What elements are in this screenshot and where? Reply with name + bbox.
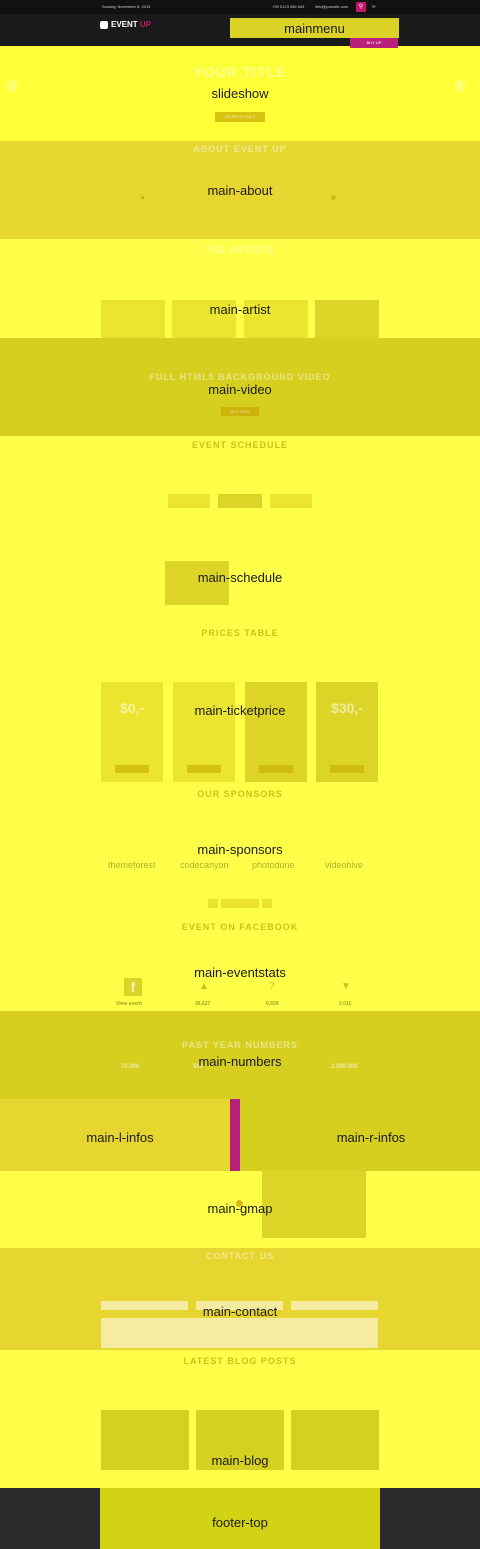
main-video-label-wrap: main-video: [0, 338, 480, 436]
main-gmap-label-wrap: main-gmap: [0, 1171, 480, 1248]
email-link[interactable]: info@yoursite.com: [315, 4, 348, 9]
logo-event: EVENT: [111, 20, 138, 29]
main-video-label: main-video: [208, 381, 272, 397]
main-eventstats-label: main-eventstats: [194, 964, 286, 980]
main-artist-label-wrap: main-artist: [0, 239, 480, 338]
video-slideshow-icon: ■: [141, 195, 145, 201]
main-l-infos-label: main-l-infos: [86, 1129, 154, 1145]
top-bar: Sunday, November 8, 2015 +39 0123 456 64…: [0, 0, 480, 14]
main-about-label: main-about: [207, 182, 273, 198]
main-contact-label: main-contact: [202, 1303, 278, 1319]
main-schedule-label-wrap: main-schedule: [0, 436, 480, 620]
main-blog-label-wrap: main-blog: [0, 1350, 480, 1488]
main-r-infos-label: main-r-infos: [336, 1129, 406, 1145]
main-menu[interactable]: mainmenu: [230, 18, 399, 38]
date-text: Sunday, November 8, 2015: [102, 4, 151, 9]
main-numbers-label-wrap: main-numbers: [0, 1011, 480, 1099]
buy-tab-button[interactable]: BUY UP: [350, 38, 398, 48]
footer-top-label: footer-top: [212, 1515, 268, 1530]
slideshow-label: slideshow: [211, 86, 269, 101]
main-about: main-about: [0, 141, 480, 239]
main-sponsors-label: main-sponsors: [197, 842, 283, 857]
logo[interactable]: EVENT UP: [111, 20, 151, 29]
main-eventstats-label-wrap: main-eventstats: [0, 911, 480, 1011]
search-icon[interactable]: ⚲: [356, 2, 366, 12]
main-artist-label: main-artist: [209, 302, 271, 317]
slideshow-label-wrap: slideshow: [0, 46, 480, 141]
logo-up: UP: [139, 20, 152, 29]
main-blog-label: main-blog: [211, 1452, 269, 1468]
about-title: ABOUT EVENT UP: [193, 144, 287, 154]
main-ticketprice-label: main-ticketprice: [194, 702, 286, 718]
mainmenu-label: mainmenu: [284, 20, 345, 36]
main-ticketprice-label-wrap: main-ticketprice: [0, 620, 480, 782]
phone-text: +39 0123 456 643: [272, 4, 305, 9]
main-r-infos: main-r-infos: [240, 1099, 480, 1171]
main-gmap-label: main-gmap: [207, 1201, 273, 1216]
main-l-infos: main-l-infos: [0, 1099, 230, 1171]
logo-pin-icon: [100, 21, 108, 29]
main-schedule-label: main-schedule: [197, 569, 283, 585]
footer-top: footer-top: [100, 1488, 380, 1549]
share-icon[interactable]: ⪧: [369, 2, 379, 12]
infos-divider: [230, 1099, 240, 1171]
main-sponsors-label-wrap: main-sponsors: [0, 782, 480, 911]
main-contact-label-wrap: main-contact: [0, 1248, 480, 1350]
main-numbers-label: main-numbers: [198, 1053, 282, 1069]
price-table-icon: ▦: [331, 195, 336, 201]
